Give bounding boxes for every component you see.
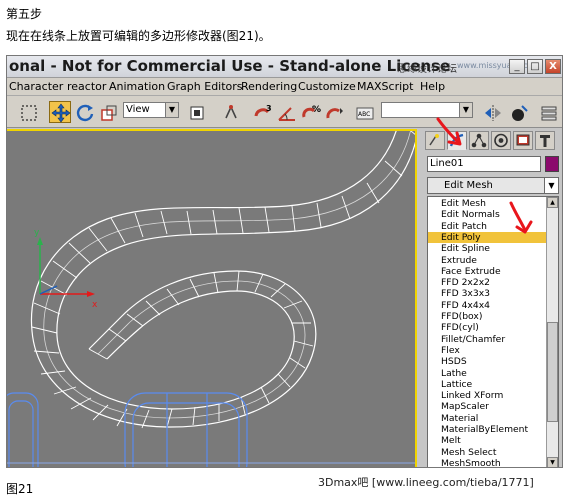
viewport-canvas: y x	[7, 131, 415, 467]
modifier-list[interactable]: Edit Mesh Edit Normals Edit Patch Edit P…	[427, 196, 559, 467]
motion-icon[interactable]	[491, 131, 511, 150]
utilities-icon[interactable]	[535, 131, 555, 150]
menu-reactor[interactable]: reactor	[67, 80, 106, 93]
modifier-ffd-box[interactable]: FFD(box)	[428, 311, 546, 322]
modifier-list-scrollbar[interactable]: ▲ ▼	[546, 197, 558, 467]
spiral-mesh-segments	[31, 131, 415, 429]
modifier-meshsmooth[interactable]: MeshSmooth	[428, 458, 546, 467]
modifier-melt[interactable]: Melt	[428, 435, 546, 446]
modifier-edit-spline[interactable]: Edit Spline	[428, 243, 546, 254]
svg-text:ABC: ABC	[358, 111, 370, 118]
modifier-material[interactable]: Material	[428, 413, 546, 424]
figure-caption: 图21	[6, 482, 34, 496]
axis-y-label: y	[34, 228, 40, 238]
chevron-down-icon: ▼	[459, 103, 472, 117]
modifier-list-dropdown[interactable]: Edit Mesh ▼	[427, 177, 559, 194]
move-icon[interactable]	[49, 101, 71, 123]
modifier-material-by-element[interactable]: MaterialByElement	[428, 424, 546, 435]
scroll-down-arrow-icon[interactable]: ▼	[547, 457, 558, 467]
menu-maxscript[interactable]: MAXScript	[357, 80, 413, 93]
modifier-extrude[interactable]: Extrude	[428, 255, 546, 266]
axis-x-label: x	[92, 300, 98, 310]
description-caption: 现在在线条上放置可编辑的多边形修改器(图21)。	[6, 29, 271, 43]
select-and-link-icon[interactable]	[219, 101, 241, 123]
mirror-icon[interactable]	[481, 101, 503, 123]
footer-watermark: 3Dmax吧 [www.lineeg.com/tieba/1771]	[318, 476, 534, 489]
scale-icon[interactable]	[97, 101, 119, 123]
scene-objects-outline	[7, 392, 248, 467]
menu-help[interactable]: Help	[420, 80, 445, 93]
object-color-swatch[interactable]	[545, 156, 559, 172]
annotation-arrow-edit-poly	[509, 201, 533, 234]
menu-rendering[interactable]: Rendering	[241, 80, 297, 93]
svg-text:3: 3	[266, 104, 272, 113]
modifier-face-extrude[interactable]: Face Extrude	[428, 266, 546, 277]
chevron-down-icon: ▼	[165, 103, 178, 117]
reference-coordinate-label: View	[126, 104, 150, 115]
modifier-ffd-cyl[interactable]: FFD(cyl)	[428, 322, 546, 333]
align-icon[interactable]	[507, 101, 529, 123]
command-panel: Line01 Edit Mesh ▼ Edit Mesh Edit Normal…	[419, 129, 562, 467]
modifier-flex[interactable]: Flex	[428, 345, 546, 356]
angle-snap-icon[interactable]	[275, 101, 297, 123]
named-selection-icon[interactable]: ABC	[353, 101, 375, 123]
annotation-arrow-modify-tab	[436, 117, 462, 146]
display-icon[interactable]	[513, 131, 533, 150]
menu-animation[interactable]: Animation	[109, 80, 165, 93]
snap-3d-icon[interactable]: 3	[251, 101, 273, 123]
rotate-icon[interactable]	[73, 101, 95, 123]
spiral-mesh-outline	[30, 131, 415, 428]
3dsmax-screenshot: onal - Not for Commercial Use - Stand-al…	[6, 55, 563, 468]
modifier-list-value: Edit Mesh	[444, 180, 493, 191]
watermark-text: 思缘设计论坛	[397, 64, 457, 75]
svg-text:%: %	[312, 105, 321, 115]
modifier-hsds[interactable]: HSDS	[428, 356, 546, 367]
maximize-button[interactable]: □	[527, 59, 543, 74]
chevron-down-icon: ▼	[544, 178, 558, 193]
scroll-up-arrow-icon[interactable]: ▲	[547, 197, 558, 208]
modifier-ffd-3x3x3[interactable]: FFD 3x3x3	[428, 288, 546, 299]
minimize-button[interactable]: _	[509, 59, 525, 74]
window-title: onal - Not for Commercial Use - Stand-al…	[9, 57, 451, 75]
menu-bar: Character reactor Animation Graph Editor…	[7, 78, 562, 96]
close-button[interactable]: X	[545, 59, 561, 74]
modifier-mapscaler[interactable]: MapScaler	[428, 401, 546, 412]
modifier-mesh-select[interactable]: Mesh Select	[428, 447, 546, 458]
layers-icon[interactable]	[537, 101, 559, 123]
perspective-viewport[interactable]: y x	[7, 129, 417, 467]
menu-graph-editors[interactable]: Graph Editors	[167, 80, 243, 93]
modifier-lattice[interactable]: Lattice	[428, 379, 546, 390]
percent-snap-icon[interactable]: %	[299, 101, 321, 123]
scrollbar-thumb[interactable]	[547, 322, 558, 422]
modifier-fillet-chamfer[interactable]: Fillet/Chamfer	[428, 334, 546, 345]
spinner-snap-icon[interactable]	[323, 101, 345, 123]
main-toolbar: View ▼ 3 % ABC ▼	[7, 96, 562, 128]
modifier-lathe[interactable]: Lathe	[428, 368, 546, 379]
pivot-icon[interactable]	[185, 101, 207, 123]
object-name-field[interactable]: Line01	[427, 156, 541, 172]
modifier-ffd-4x4x4[interactable]: FFD 4x4x4	[428, 300, 546, 311]
select-region-icon[interactable]	[17, 101, 39, 123]
modifier-linked-xform[interactable]: Linked XForm	[428, 390, 546, 401]
menu-character[interactable]: Character	[9, 80, 63, 93]
reference-coordinate-dropdown[interactable]: View ▼	[123, 102, 179, 118]
axis-gizmo: y x	[34, 228, 98, 310]
step-caption: 第五步	[6, 7, 43, 21]
menu-customize[interactable]: Customize	[298, 80, 356, 93]
title-bar: onal - Not for Commercial Use - Stand-al…	[7, 56, 562, 78]
modifier-ffd-2x2x2[interactable]: FFD 2x2x2	[428, 277, 546, 288]
hierarchy-icon[interactable]	[469, 131, 489, 150]
